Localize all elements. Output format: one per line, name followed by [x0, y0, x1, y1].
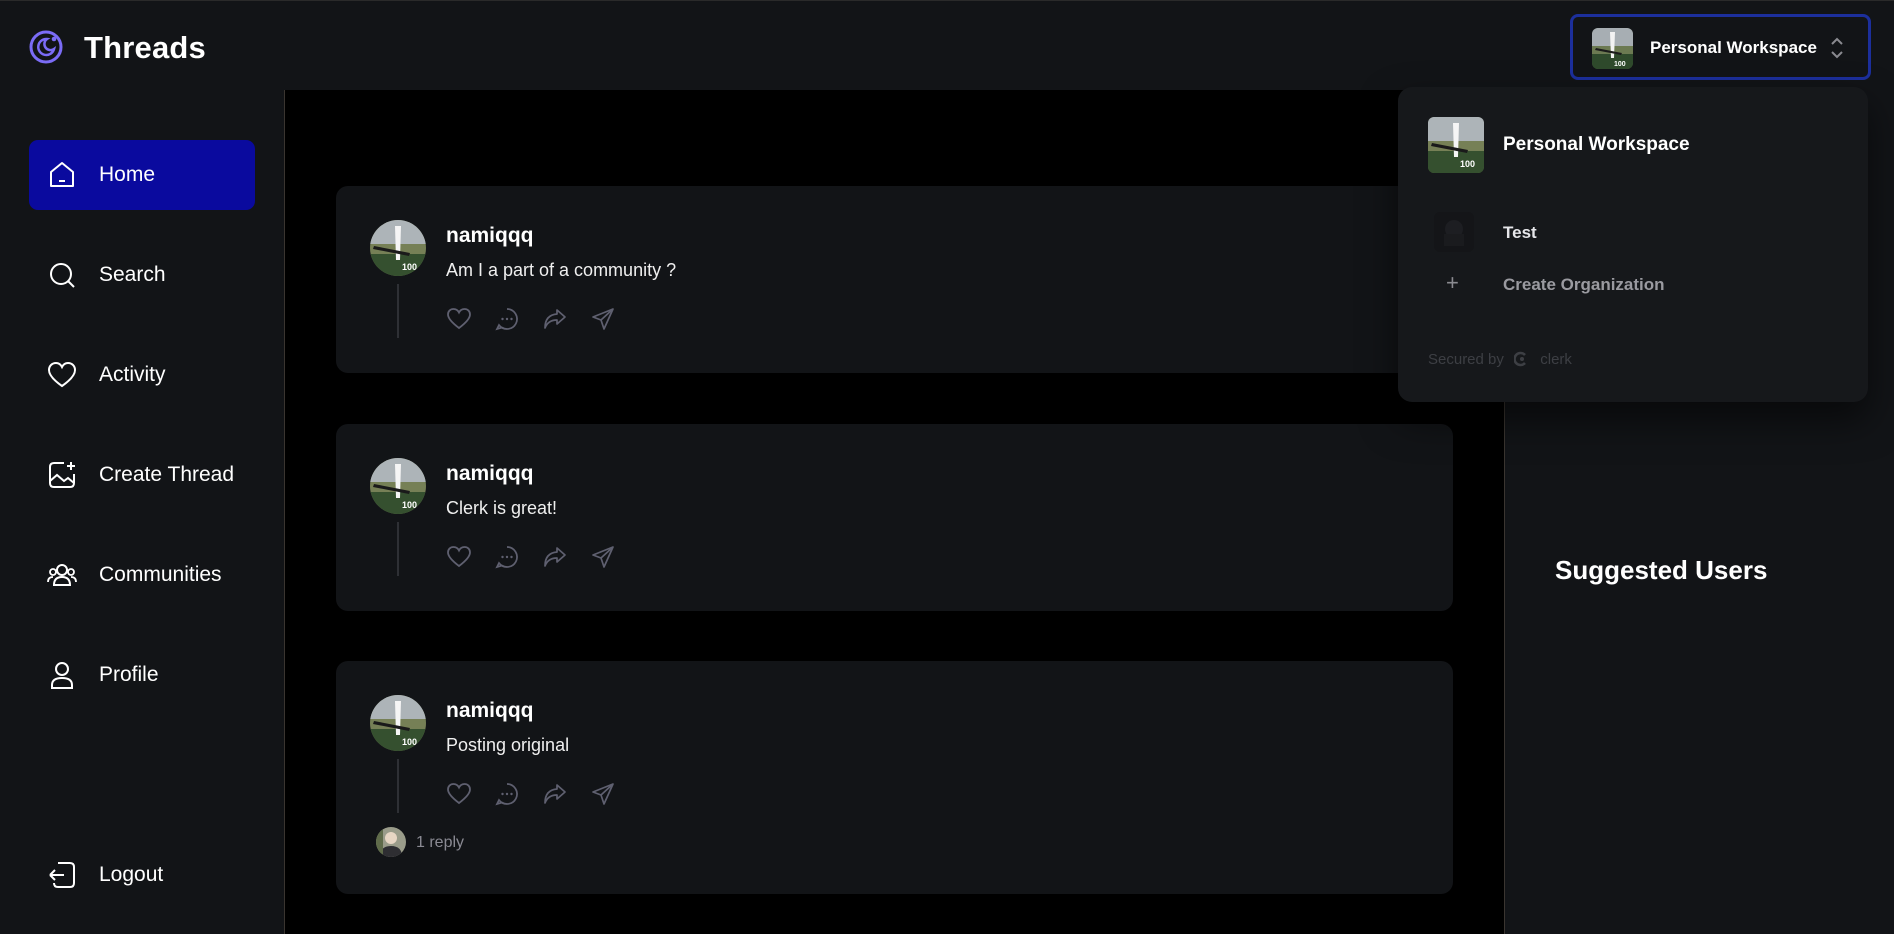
- sidebar-item-label: Home: [99, 163, 156, 186]
- reply-icon[interactable]: [494, 781, 520, 807]
- users-icon: [47, 564, 77, 586]
- org-item-test[interactable]: Test: [1428, 212, 1838, 252]
- svg-text:100: 100: [402, 262, 417, 272]
- author-name[interactable]: namiqqq: [446, 224, 534, 248]
- image-plus-icon: [49, 462, 75, 488]
- top-bar: Threads 100 Personal Workspace: [0, 0, 1894, 90]
- secured-by-text: Secured by: [1428, 351, 1504, 368]
- secured-by: Secured by clerk: [1428, 351, 1572, 368]
- sidebar-item-search[interactable]: Search: [29, 240, 255, 310]
- thread-card[interactable]: 100 namiqqq Am I a part of a community ?: [336, 186, 1453, 373]
- thread-card[interactable]: 100 namiqqq Clerk is great!: [336, 424, 1453, 611]
- home-icon: [50, 162, 74, 187]
- clerk-brand[interactable]: clerk: [1540, 351, 1572, 368]
- author-name[interactable]: namiqqq: [446, 699, 534, 723]
- logout-button[interactable]: Logout: [29, 840, 255, 910]
- thread-line: [397, 759, 399, 813]
- sidebar-item-label: Create Thread: [99, 463, 235, 486]
- thread-line: [397, 284, 399, 338]
- svg-text:100: 100: [1614, 61, 1626, 68]
- author-avatar[interactable]: 100: [370, 458, 426, 514]
- clerk-logo-icon: [1514, 351, 1526, 367]
- share-icon[interactable]: [590, 781, 616, 807]
- thread-feed: 100 namiqqq Am I a part of a community ?…: [286, 90, 1504, 934]
- workspace-avatar: 100: [1592, 28, 1633, 69]
- app-title[interactable]: Threads: [84, 30, 206, 66]
- create-organization-label: Create Organization: [1503, 275, 1665, 294]
- heart-icon[interactable]: [446, 306, 472, 332]
- heart-icon: [47, 361, 77, 388]
- sidebar-item-label: Activity: [99, 363, 166, 386]
- repost-icon[interactable]: [542, 306, 568, 332]
- workspace-switcher-button[interactable]: 100 Personal Workspace: [1570, 14, 1871, 80]
- org-name: Test: [1503, 223, 1537, 242]
- create-organization-button[interactable]: + Create Organization: [1428, 270, 1838, 300]
- reply-avatar: [376, 827, 406, 857]
- share-icon[interactable]: [590, 306, 616, 332]
- workspace-avatar: 100: [1428, 117, 1484, 173]
- threads-logo-icon[interactable]: [26, 29, 66, 65]
- sidebar-item-activity[interactable]: Activity: [29, 340, 255, 410]
- author-avatar[interactable]: 100: [370, 220, 426, 276]
- sidebar-item-profile[interactable]: Profile: [29, 640, 255, 710]
- reply-icon[interactable]: [494, 306, 520, 332]
- repost-icon[interactable]: [542, 781, 568, 807]
- thread-line: [397, 522, 399, 576]
- thread-content: Am I a part of a community ?: [446, 260, 677, 280]
- sidebar-item-communities[interactable]: Communities: [29, 540, 255, 610]
- repost-icon[interactable]: [542, 544, 568, 570]
- workspace-dropdown: 100 Personal Workspace Test + Create Org…: [1398, 87, 1868, 402]
- sidebar-item-create-thread[interactable]: Create Thread: [29, 440, 255, 510]
- logout-icon: [49, 862, 75, 888]
- sidebar-item-label: Search: [99, 263, 166, 286]
- heart-icon[interactable]: [446, 544, 472, 570]
- user-icon: [51, 662, 73, 689]
- author-avatar[interactable]: 100: [370, 695, 426, 751]
- current-workspace: 100 Personal Workspace: [1428, 117, 1838, 175]
- share-icon[interactable]: [590, 544, 616, 570]
- thread-card[interactable]: 100 namiqqq Posting original 1 reply: [336, 661, 1453, 894]
- heart-icon[interactable]: [446, 781, 472, 807]
- svg-text:100: 100: [402, 500, 417, 510]
- reply-icon[interactable]: [494, 544, 520, 570]
- suggested-users-title: Suggested Users: [1555, 555, 1768, 585]
- plus-icon: +: [1446, 270, 1459, 295]
- current-workspace-name: Personal Workspace: [1503, 134, 1690, 155]
- author-name[interactable]: namiqqq: [446, 462, 534, 486]
- left-sidebar: Home Search Activity Create Thread Commu…: [0, 90, 285, 934]
- thread-content: Clerk is great!: [446, 498, 558, 518]
- search-icon: [50, 263, 75, 288]
- org-avatar: [1434, 212, 1474, 252]
- sidebar-item-label: Profile: [99, 663, 159, 686]
- logout-label: Logout: [99, 863, 164, 886]
- sidebar-item-label: Communities: [99, 563, 222, 586]
- thread-content: Posting original: [446, 735, 570, 755]
- chevron-up-down-icon: [1831, 37, 1843, 59]
- svg-text:100: 100: [1460, 159, 1475, 169]
- sidebar-item-home[interactable]: Home: [29, 140, 255, 210]
- reply-count: 1 reply: [416, 834, 465, 851]
- svg-text:100: 100: [402, 737, 417, 747]
- workspace-label: Personal Workspace: [1650, 38, 1817, 57]
